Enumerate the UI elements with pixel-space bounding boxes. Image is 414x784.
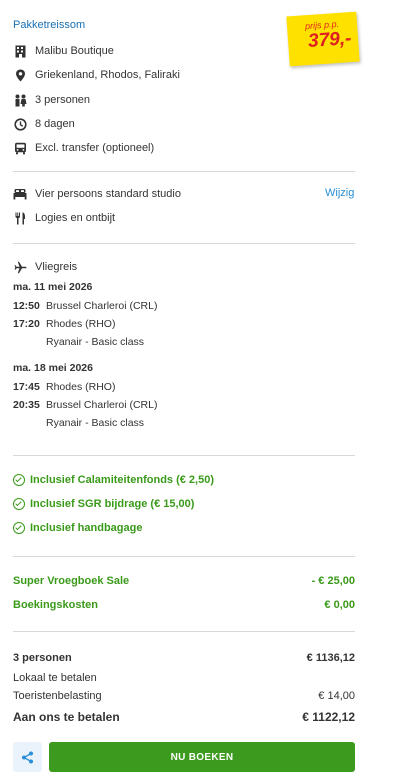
inclusion-text: Inclusief handbagage xyxy=(30,522,143,534)
destination-text: Griekenland, Rhodos, Faliraki xyxy=(35,69,180,81)
amount-due-row: Aan ons te betalen € 1122,12 xyxy=(13,710,355,724)
inclusion-item: Inclusief handbagage xyxy=(13,522,142,534)
transfer-row: Excl. transfer (optioneel) xyxy=(13,140,154,156)
inclusion-text: Inclusief Calamiteitenfonds (€ 2,50) xyxy=(30,474,214,486)
fee-value: € 0,00 xyxy=(324,599,355,611)
tourist-tax-row: Toeristenbelasting € 14,00 xyxy=(13,690,355,702)
persons-text: 3 personen xyxy=(35,94,91,106)
outbound-date: ma. 11 mei 2026 xyxy=(13,281,93,293)
fee-row: Boekingskosten € 0,00 xyxy=(13,599,355,611)
share-icon xyxy=(22,751,33,763)
tourist-tax-label: Toeristenbelasting xyxy=(13,690,102,702)
transfer-text: Excl. transfer xyxy=(35,142,100,154)
local-pay-row: Lokaal te betalen xyxy=(13,672,355,684)
price-value: 379,- xyxy=(307,28,353,53)
persons-row: 3 personen xyxy=(13,92,90,108)
clock-icon xyxy=(13,117,27,131)
outbound-dep-time: 12:50 xyxy=(13,300,40,312)
booking-summary-panel: Pakketreissom prijs p.p. 379,- Malibu Bo… xyxy=(0,0,414,784)
return-arr-airport: Brussel Charleroi (CRL) xyxy=(46,399,158,411)
return-dep-airport: Rhodes (RHO) xyxy=(46,381,116,393)
divider xyxy=(13,631,355,632)
return-carrier: Ryanair - Basic class xyxy=(46,417,145,429)
check-circle-icon xyxy=(13,474,25,486)
tourist-tax-value: € 14,00 xyxy=(318,690,355,702)
plane-icon xyxy=(13,260,27,274)
return-arr-time: 20:35 xyxy=(13,399,40,411)
package-title: Pakketreissom xyxy=(13,19,86,31)
check-circle-icon xyxy=(13,498,25,510)
bed-icon xyxy=(13,187,27,201)
discount-value: - € 25,00 xyxy=(311,575,355,587)
room-row: Vier persoons standard studio xyxy=(13,186,181,202)
persons-total-value: € 1136,12 xyxy=(306,652,355,664)
check-circle-icon xyxy=(13,522,25,534)
persons-total-row: 3 personen € 1136,12 xyxy=(13,652,355,664)
price-sticker: prijs p.p. 379,- xyxy=(286,11,360,67)
divider xyxy=(13,455,355,456)
cutlery-icon xyxy=(13,211,27,225)
building-icon xyxy=(13,44,27,58)
outbound-arr-airport: Rhodes (RHO) xyxy=(46,318,116,330)
divider xyxy=(13,243,355,244)
divider xyxy=(13,556,355,557)
inclusion-text: Inclusief SGR bijdrage (€ 15,00) xyxy=(30,498,195,510)
share-button[interactable] xyxy=(13,742,42,772)
change-room-link[interactable]: Wijzig xyxy=(325,187,354,199)
flight-title: Vliegreis xyxy=(35,261,78,273)
flight-title-row: Vliegreis xyxy=(13,259,77,275)
board-row: Logies en ontbijt xyxy=(13,210,115,226)
fee-label: Boekingskosten xyxy=(13,599,98,611)
amount-due-label: Aan ons te betalen xyxy=(13,710,120,724)
board-text: Logies en ontbijt xyxy=(35,212,116,224)
amount-due-value: € 1122,12 xyxy=(302,710,355,724)
persons-total-label: 3 personen xyxy=(13,652,72,664)
inclusion-item: Inclusief Calamiteitenfonds (€ 2,50) xyxy=(13,474,214,486)
inclusion-item: Inclusief SGR bijdrage (€ 15,00) xyxy=(13,498,194,510)
hotel-name: Malibu Boutique xyxy=(35,45,114,57)
divider xyxy=(13,171,355,172)
duration-row: 8 dagen xyxy=(13,116,75,132)
duration-text: 8 dagen xyxy=(35,118,75,130)
outbound-carrier: Ryanair - Basic class xyxy=(46,336,145,348)
return-date: ma. 18 mei 2026 xyxy=(13,362,93,374)
room-text: Vier persoons standard studio xyxy=(35,188,181,200)
discount-row: Super Vroegboek Sale - € 25,00 xyxy=(13,575,355,587)
persons-icon xyxy=(13,93,27,107)
hotel-row: Malibu Boutique xyxy=(13,43,114,59)
discount-label: Super Vroegboek Sale xyxy=(13,575,130,587)
local-pay-label: Lokaal te betalen xyxy=(13,672,97,684)
transfer-note: (optioneel) xyxy=(102,142,155,154)
outbound-dep-airport: Brussel Charleroi (CRL) xyxy=(46,300,158,312)
outbound-arr-time: 17:20 xyxy=(13,318,40,330)
return-dep-time: 17:45 xyxy=(13,381,40,393)
destination-row: Griekenland, Rhodos, Faliraki xyxy=(13,67,180,83)
bus-icon xyxy=(13,141,27,155)
book-now-button[interactable]: NU BOEKEN xyxy=(49,742,355,772)
location-pin-icon xyxy=(13,68,27,82)
